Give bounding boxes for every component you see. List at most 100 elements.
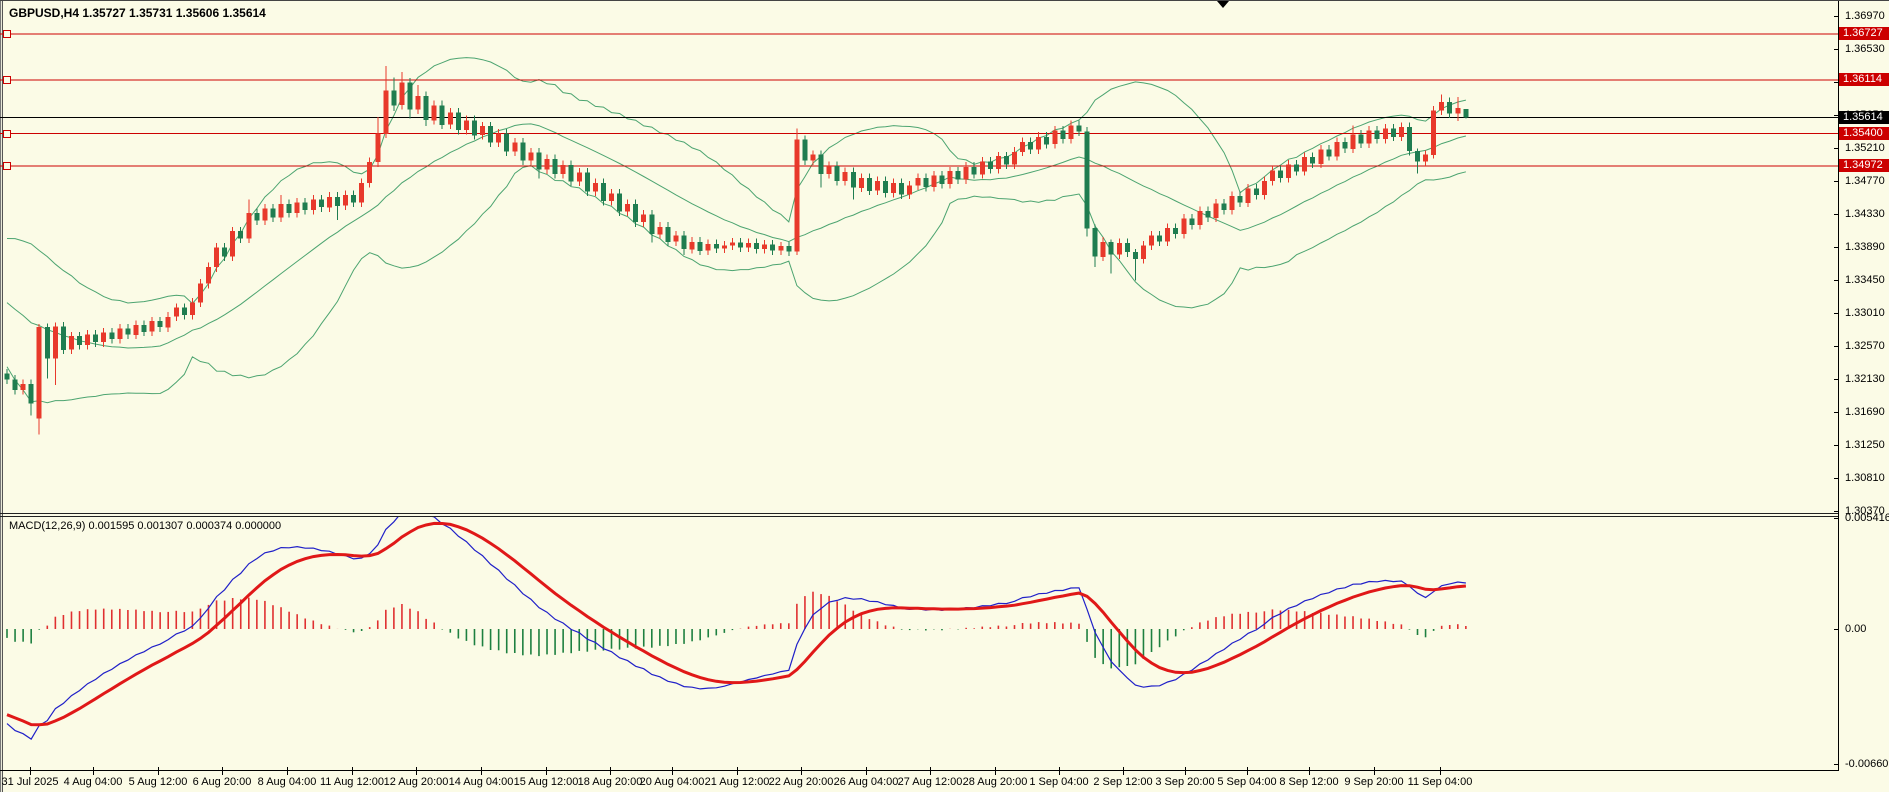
- candle-body: [158, 321, 163, 327]
- candle-body: [1326, 150, 1331, 157]
- time-axis-tick: [352, 767, 353, 775]
- candle-body: [964, 167, 969, 180]
- candle-body: [1133, 252, 1138, 259]
- time-axis-label: 2 Sep 12:00: [1093, 776, 1152, 788]
- macd-axis-tick: [1834, 764, 1839, 765]
- price-axis-tick: [1834, 214, 1839, 215]
- candle-body: [287, 204, 292, 213]
- candle-body: [504, 134, 509, 152]
- price-axis-tick: [1834, 148, 1839, 149]
- price-axis-tick: [1834, 49, 1839, 50]
- candle-body: [923, 178, 928, 187]
- candle-body: [1117, 243, 1122, 254]
- time-axis-tick: [416, 767, 417, 775]
- pane-divider[interactable]: [0, 513, 1838, 514]
- time-axis-tick: [1374, 767, 1375, 775]
- candle-body: [327, 197, 332, 208]
- candle-body: [682, 236, 687, 250]
- price-axis-tick: [1834, 346, 1839, 347]
- time-axis-tick: [93, 767, 94, 775]
- candle-body: [408, 83, 413, 110]
- candle-body: [569, 165, 574, 182]
- macd-indicator-svg[interactable]: [0, 516, 1838, 769]
- candle-body: [1165, 228, 1170, 242]
- candle-body: [254, 213, 259, 221]
- price-axis-tick: [1834, 511, 1839, 512]
- hline-anchor-handle[interactable]: [3, 130, 11, 138]
- candle-body: [166, 317, 171, 328]
- candle-body: [480, 126, 485, 135]
- candle-body: [271, 209, 276, 218]
- candle-body: [198, 284, 203, 303]
- candle-body: [730, 243, 735, 246]
- time-axis-tick: [1123, 767, 1124, 775]
- candle-body: [1447, 102, 1452, 113]
- time-axis-label: 1 Sep 04:00: [1029, 776, 1088, 788]
- time-axis-label: 28 Aug 20:00: [963, 776, 1028, 788]
- time-axis-tick: [481, 767, 482, 775]
- candle-body: [674, 236, 679, 242]
- candle-body: [359, 183, 364, 203]
- candle-body: [456, 113, 461, 130]
- time-axis-tick: [1309, 767, 1310, 775]
- candle-body: [1222, 204, 1227, 211]
- candle-body: [1270, 171, 1275, 182]
- candle-body: [843, 172, 848, 181]
- main-chart-svg[interactable]: [0, 1, 1838, 513]
- candle-body: [182, 308, 187, 316]
- price-axis-tick: [1834, 478, 1839, 479]
- macd-axis-tick: [1834, 518, 1839, 519]
- hline-anchor-handle[interactable]: [3, 30, 11, 38]
- candle-body: [762, 245, 767, 250]
- price-axis-tick: [1834, 16, 1839, 17]
- candle-body: [545, 159, 550, 170]
- candle-body: [948, 171, 953, 184]
- candle-body: [45, 327, 50, 359]
- candle-body: [577, 173, 582, 182]
- candle-body: [1302, 157, 1307, 171]
- candle-body: [1318, 150, 1323, 164]
- time-axis-tick: [158, 767, 159, 775]
- price-level-badge: 1.35400: [1839, 127, 1889, 140]
- candle-body: [1197, 211, 1202, 225]
- time-axis-tick: [866, 767, 867, 775]
- candle-body: [21, 384, 26, 390]
- candle-body: [488, 126, 493, 143]
- candle-body: [512, 143, 517, 152]
- price-axis-label: 1.31690: [1845, 406, 1885, 418]
- candle-body: [222, 248, 227, 257]
- candle-body: [125, 329, 130, 335]
- candle-body: [1439, 102, 1444, 110]
- candle-body: [980, 162, 985, 175]
- candle-body: [617, 194, 622, 212]
- candle-body: [520, 143, 525, 161]
- chart-shift-marker-icon[interactable]: [1217, 1, 1229, 8]
- candle-body: [988, 162, 993, 170]
- price-axis-label: 1.35210: [1845, 142, 1885, 154]
- candle-body: [1383, 129, 1388, 140]
- candle-body: [561, 165, 566, 174]
- candle-body: [1189, 219, 1194, 226]
- candle-body: [375, 134, 380, 163]
- candle-body: [641, 215, 646, 223]
- candle-body: [738, 243, 743, 248]
- candle-body: [61, 327, 66, 350]
- candle-body: [802, 140, 807, 161]
- price-axis-tick: [1834, 412, 1839, 413]
- candle-body: [1343, 142, 1348, 149]
- time-axis-label: 21 Aug 12:00: [705, 776, 770, 788]
- hline-anchor-handle[interactable]: [3, 76, 11, 84]
- candle-body: [1173, 228, 1178, 234]
- pane-divider[interactable]: [0, 516, 1838, 517]
- macd-axis-label: 0.005416: [1845, 512, 1889, 524]
- macd-line: [7, 516, 1466, 739]
- candle-body: [1093, 228, 1098, 257]
- price-axis-tick: [1834, 280, 1839, 281]
- time-axis-tick: [222, 767, 223, 775]
- candle-body: [1423, 155, 1428, 162]
- hline-anchor-handle[interactable]: [3, 162, 11, 170]
- candle-body: [585, 173, 590, 192]
- candle-body: [601, 183, 606, 201]
- candle-body: [496, 134, 501, 143]
- candle-body: [1367, 131, 1372, 144]
